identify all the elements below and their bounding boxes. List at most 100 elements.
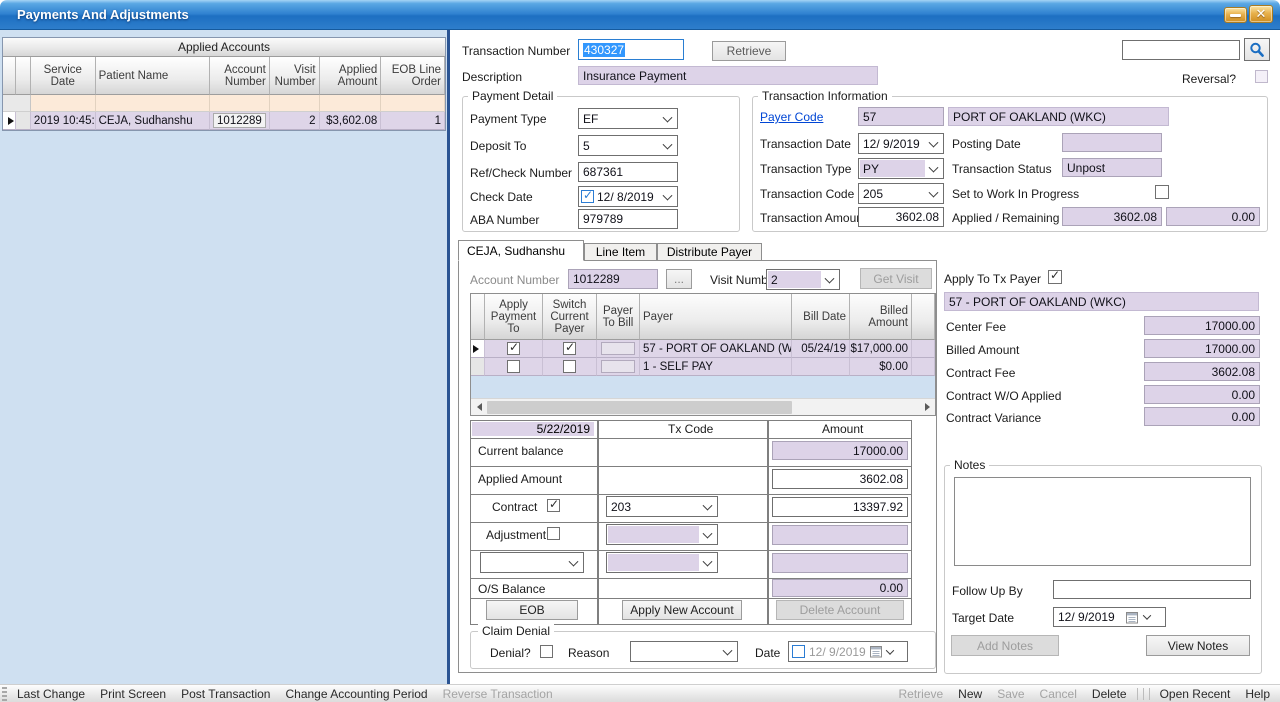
denial-checkbox[interactable] [540, 645, 553, 658]
filter-cell[interactable] [270, 95, 320, 112]
contract-wo-applied-field: 0.00 [1144, 385, 1260, 404]
tab-patient[interactable]: CEJA, Sudhanshu [458, 240, 584, 261]
switch-payer-checkbox[interactable] [563, 360, 576, 373]
search-icon [1249, 42, 1265, 58]
column-header-patient-name[interactable]: Patient Name [96, 57, 210, 95]
filter-row-header [3, 95, 31, 112]
ref-check-number-input[interactable]: 687361 [578, 162, 678, 182]
delete-account-button[interactable]: Delete Account [776, 600, 904, 620]
filter-cell[interactable] [320, 95, 382, 112]
add-notes-button[interactable]: Add Notes [951, 635, 1059, 656]
statusbar-item-open-recent[interactable]: Open Recent [1160, 687, 1231, 701]
column-header-payer[interactable]: Payer [640, 294, 792, 340]
search-button[interactable] [1244, 38, 1270, 61]
column-header-account-number[interactable]: Account Number [210, 57, 270, 95]
eob-button[interactable]: EOB [486, 600, 578, 620]
statusbar-item-delete[interactable]: Delete [1092, 687, 1127, 701]
adjustment-label: Adjustment [486, 528, 546, 542]
billed-amount-label: Billed Amount [946, 343, 1019, 357]
account-lookup-button[interactable]: ... [666, 269, 692, 289]
filter-cell[interactable] [96, 95, 210, 112]
tab-line-item[interactable]: Line Item [584, 243, 657, 261]
search-input[interactable] [1122, 40, 1240, 60]
column-header-applied-amount[interactable]: Applied Amount [320, 57, 382, 95]
extra-type-select[interactable] [480, 552, 584, 573]
applied-amount-input[interactable]: 3602.08 [772, 469, 908, 489]
notes-textarea[interactable] [954, 477, 1251, 566]
cell-payer-to-bill [597, 340, 640, 358]
check-date-checkbox[interactable] [581, 190, 594, 203]
denial-reason-select[interactable] [630, 641, 738, 662]
posting-date-field [1062, 133, 1162, 152]
check-date-picker[interactable]: 12/ 8/2019 [578, 186, 678, 207]
filter-cell[interactable] [381, 95, 445, 112]
payer-code-link[interactable]: Payer Code [760, 110, 823, 124]
posting-date-label: Posting Date [952, 137, 1021, 151]
switch-payer-checkbox[interactable] [563, 342, 576, 355]
apply-to-tx-payer-label: Apply To Tx Payer [944, 272, 1041, 286]
statusbar-item-new[interactable]: New [958, 687, 982, 701]
transaction-amount-input[interactable]: 3602.08 [858, 207, 944, 227]
column-header-visit-number[interactable]: Visit Number [270, 57, 320, 95]
scroll-right-button[interactable] [919, 399, 935, 415]
transaction-type-select[interactable]: PY [858, 158, 944, 179]
statusbar-item-print-screen[interactable]: Print Screen [100, 687, 166, 701]
aba-number-input[interactable]: 979789 [578, 209, 678, 229]
work-in-progress-checkbox[interactable] [1155, 185, 1169, 199]
tab-distribute-payer[interactable]: Distribute Payer [657, 243, 762, 261]
transaction-number-input[interactable]: 430327 [578, 39, 684, 60]
cell-applied-amount: $3,602.08 [320, 112, 382, 130]
statusbar-item-help[interactable]: Help [1245, 687, 1270, 701]
denial-date-checkbox[interactable] [792, 645, 805, 658]
reversal-checkbox[interactable] [1255, 70, 1268, 83]
apply-payment-checkbox[interactable] [507, 360, 520, 373]
table-row[interactable]: 2019 10:45:0 CEJA, Sudhanshu 1012289 2 $… [3, 112, 445, 130]
scroll-left-button[interactable] [471, 399, 487, 415]
horizontal-scrollbar[interactable] [471, 398, 935, 415]
scrollbar-thumb[interactable] [487, 401, 792, 414]
contract-checkbox[interactable] [547, 499, 560, 512]
column-header-service-date[interactable]: Service Date [31, 57, 96, 95]
statusbar-item-last-change[interactable]: Last Change [17, 687, 85, 701]
payment-type-select[interactable]: EF [578, 108, 678, 129]
deposit-to-select[interactable]: 5 [578, 135, 678, 156]
column-header-bill-date[interactable]: Bill Date [792, 294, 850, 340]
target-date-picker[interactable]: 12/ 9/2019 [1053, 607, 1166, 627]
apply-to-tx-payer-checkbox[interactable] [1048, 270, 1062, 284]
visit-number-select[interactable]: 2 [766, 269, 840, 290]
statusbar-item-cancel: Cancel [1040, 687, 1077, 701]
contract-code-select[interactable]: 203 [606, 496, 718, 517]
extra-code-select[interactable] [606, 552, 718, 573]
adjustment-checkbox[interactable] [547, 527, 560, 540]
apply-payment-checkbox[interactable] [507, 342, 520, 355]
header-spacer [471, 294, 485, 340]
column-header-eob-line-order[interactable]: EOB Line Order [381, 57, 445, 95]
table-row[interactable]: 57 - PORT OF OAKLAND (WK 05/24/19 $17,00… [471, 340, 935, 358]
transaction-date-picker[interactable]: 12/ 9/2019 [858, 133, 944, 154]
denial-date-picker[interactable]: 12/ 9/2019 [788, 641, 908, 662]
follow-up-by-input[interactable] [1053, 580, 1251, 599]
transaction-code-select[interactable]: 205 [858, 183, 944, 204]
filter-cell[interactable] [31, 95, 96, 112]
payment-type-label: Payment Type [470, 112, 547, 126]
contract-amount-input[interactable]: 13397.92 [772, 497, 908, 517]
get-visit-button[interactable]: Get Visit [860, 268, 932, 289]
column-header-switch-current-payer[interactable]: Switch Current Payer [543, 294, 597, 340]
table-row[interactable]: 1 - SELF PAY $0.00 [471, 358, 935, 376]
filter-cell[interactable] [210, 95, 270, 112]
statusbar-item-post-transaction[interactable]: Post Transaction [181, 687, 270, 701]
statusbar-item-change-accounting-period[interactable]: Change Accounting Period [285, 687, 427, 701]
target-date-label: Target Date [952, 611, 1014, 625]
column-header-apply-payment-to[interactable]: Apply Payment To [485, 294, 543, 340]
column-header-billed-amount[interactable]: Billed Amount [850, 294, 912, 340]
close-button[interactable]: ✕ [1249, 5, 1273, 23]
chevron-down-icon [1142, 611, 1150, 619]
view-notes-button[interactable]: View Notes [1146, 635, 1250, 656]
applied-field: 3602.08 [1062, 207, 1162, 226]
apply-new-account-button[interactable]: Apply New Account [622, 600, 742, 620]
retrieve-button[interactable]: Retrieve [712, 41, 786, 61]
adjustment-code-select[interactable] [606, 524, 718, 545]
column-header-payer-to-bill[interactable]: Payer To Bill [597, 294, 640, 340]
calendar-icon [1126, 611, 1139, 624]
minimize-button[interactable] [1224, 7, 1247, 23]
